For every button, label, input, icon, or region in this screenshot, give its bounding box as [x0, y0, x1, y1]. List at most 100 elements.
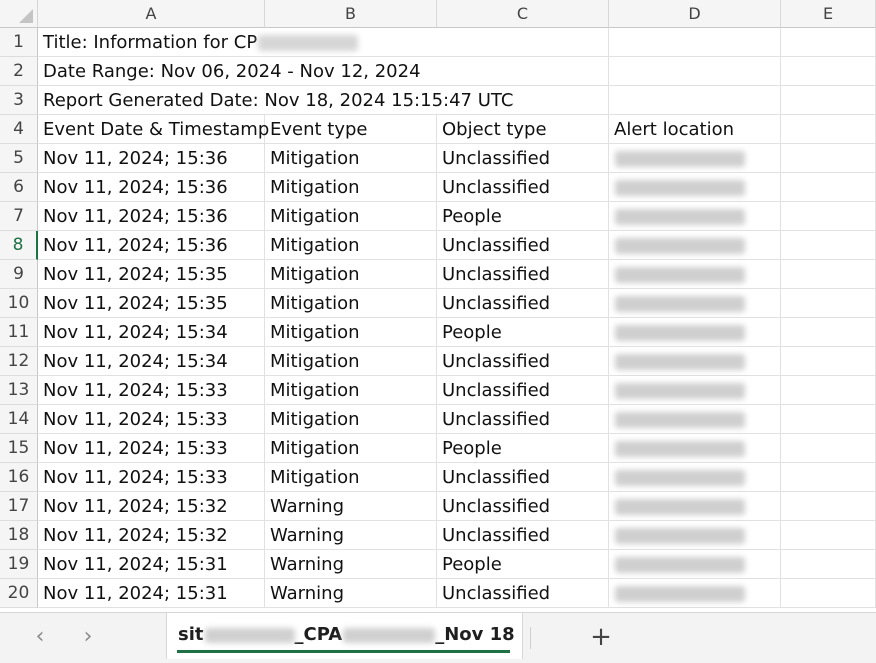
cell-d[interactable] [609, 405, 781, 434]
cell-e[interactable] [781, 521, 876, 550]
cell-c[interactable]: Unclassified [437, 463, 609, 492]
column-header-a[interactable]: A [38, 0, 265, 28]
column-header-d[interactable]: D [609, 0, 781, 28]
cell-a[interactable]: Nov 11, 2024; 15:33 [38, 405, 265, 434]
cell-a[interactable]: Nov 11, 2024; 15:33 [38, 376, 265, 405]
cell-b[interactable]: Warning [265, 550, 437, 579]
cell-b[interactable]: Mitigation [265, 434, 437, 463]
cell-c[interactable]: Unclassified [437, 260, 609, 289]
cell-d[interactable] [609, 28, 781, 57]
cell-b[interactable]: Warning [265, 521, 437, 550]
cell-a[interactable]: Nov 11, 2024; 15:36 [38, 173, 265, 202]
cell-b[interactable]: Mitigation [265, 202, 437, 231]
cell-b[interactable]: Warning [265, 579, 437, 608]
cell-c[interactable]: Unclassified [437, 173, 609, 202]
cell-b[interactable]: Mitigation [265, 376, 437, 405]
cell-c[interactable]: Unclassified [437, 231, 609, 260]
cell-c[interactable]: Unclassified [437, 347, 609, 376]
cell-d[interactable] [609, 260, 781, 289]
cell-d[interactable] [609, 144, 781, 173]
cell-e[interactable] [781, 434, 876, 463]
cell-e[interactable] [781, 579, 876, 608]
column-header-c[interactable]: C [437, 0, 609, 28]
cell-e[interactable] [781, 492, 876, 521]
row-header[interactable]: 13 [0, 376, 38, 405]
row-header[interactable]: 15 [0, 434, 38, 463]
cell-d[interactable] [609, 579, 781, 608]
cell-d[interactable] [609, 173, 781, 202]
cell-c[interactable]: Unclassified [437, 405, 609, 434]
cell-a[interactable]: Event Date & Timestamp [38, 115, 269, 144]
cell-d[interactable] [609, 347, 781, 376]
cell-c[interactable]: People [437, 434, 609, 463]
cell-a[interactable]: Nov 11, 2024; 15:36 [38, 231, 265, 260]
cell-c[interactable]: People [437, 318, 609, 347]
row-header[interactable]: 5 [0, 144, 38, 173]
cell-c[interactable]: Unclassified [437, 376, 609, 405]
cell-b[interactable]: Mitigation [265, 318, 437, 347]
row-header[interactable]: 7 [0, 202, 38, 231]
cell-d[interactable] [609, 550, 781, 579]
row-header[interactable]: 20 [0, 579, 38, 608]
cell-b[interactable]: Mitigation [265, 289, 437, 318]
cell-a[interactable]: Nov 11, 2024; 15:33 [38, 463, 265, 492]
cell-a[interactable]: Report Generated Date: Nov 18, 2024 15:1… [38, 86, 609, 115]
cell-d[interactable] [609, 521, 781, 550]
cell-e[interactable] [781, 86, 876, 115]
cell-a[interactable]: Nov 11, 2024; 15:32 [38, 492, 265, 521]
row-header[interactable]: 4 [0, 115, 38, 144]
cell-e[interactable] [781, 463, 876, 492]
row-header[interactable]: 14 [0, 405, 38, 434]
cell-e[interactable] [781, 405, 876, 434]
cell-a[interactable]: Nov 11, 2024; 15:32 [38, 521, 265, 550]
cell-a[interactable]: Nov 11, 2024; 15:31 [38, 550, 265, 579]
row-header[interactable]: 8 [0, 231, 38, 260]
cell-e[interactable] [781, 57, 876, 86]
cell-a[interactable]: Nov 11, 2024; 15:36 [38, 202, 265, 231]
cell-d[interactable] [609, 463, 781, 492]
cell-b[interactable]: Mitigation [265, 260, 437, 289]
cell-b[interactable]: Warning [265, 492, 437, 521]
cell-a[interactable]: Title: Information for CP [38, 28, 609, 57]
cell-e[interactable] [781, 144, 876, 173]
cell-a[interactable]: Nov 11, 2024; 15:34 [38, 347, 265, 376]
cell-e[interactable] [781, 173, 876, 202]
cell-e[interactable] [781, 318, 876, 347]
cell-b[interactable]: Mitigation [265, 347, 437, 376]
cell-c[interactable]: People [437, 550, 609, 579]
column-header-e[interactable]: E [781, 0, 876, 28]
cell-a[interactable]: Nov 11, 2024; 15:35 [38, 289, 265, 318]
row-header[interactable]: 6 [0, 173, 38, 202]
row-header[interactable]: 10 [0, 289, 38, 318]
cell-d[interactable] [609, 289, 781, 318]
chevron-left-icon[interactable]: ‹ [28, 625, 52, 649]
cell-b[interactable]: Mitigation [265, 463, 437, 492]
spreadsheet-grid[interactable]: ABCDE 1 2 3 4 5 6 7 8 9 10 11 12 13 14 15 16 17 18 19 20 Ti… [0, 0, 876, 612]
cell-c[interactable]: Unclassified [437, 492, 609, 521]
cell-a[interactable]: Date Range: Nov 06, 2024 - Nov 12, 2024 [38, 57, 609, 86]
cell-b[interactable]: Mitigation [265, 173, 437, 202]
row-header[interactable]: 18 [0, 521, 38, 550]
cell-e[interactable] [781, 550, 876, 579]
cell-e[interactable] [781, 376, 876, 405]
cell-d[interactable] [609, 318, 781, 347]
row-header[interactable]: 2 [0, 57, 38, 86]
cell-e[interactable] [781, 115, 876, 144]
cell-b[interactable]: Mitigation [265, 144, 437, 173]
cell-d[interactable] [609, 57, 781, 86]
cell-e[interactable] [781, 231, 876, 260]
cell-b[interactable]: Event type [265, 115, 437, 144]
select-all-corner[interactable] [0, 0, 38, 28]
column-header-b[interactable]: B [265, 0, 437, 28]
cell-a[interactable]: Nov 11, 2024; 15:36 [38, 144, 265, 173]
cell-d[interactable] [609, 86, 781, 115]
cell-e[interactable] [781, 347, 876, 376]
cell-e[interactable] [781, 28, 876, 57]
row-header[interactable]: 11 [0, 318, 38, 347]
cell-d[interactable] [609, 434, 781, 463]
cell-a[interactable]: Nov 11, 2024; 15:35 [38, 260, 265, 289]
cell-d[interactable]: Alert location [609, 115, 781, 144]
cell-c[interactable]: Unclassified [437, 579, 609, 608]
cell-b[interactable]: Mitigation [265, 405, 437, 434]
cell-c[interactable]: Object type [437, 115, 609, 144]
